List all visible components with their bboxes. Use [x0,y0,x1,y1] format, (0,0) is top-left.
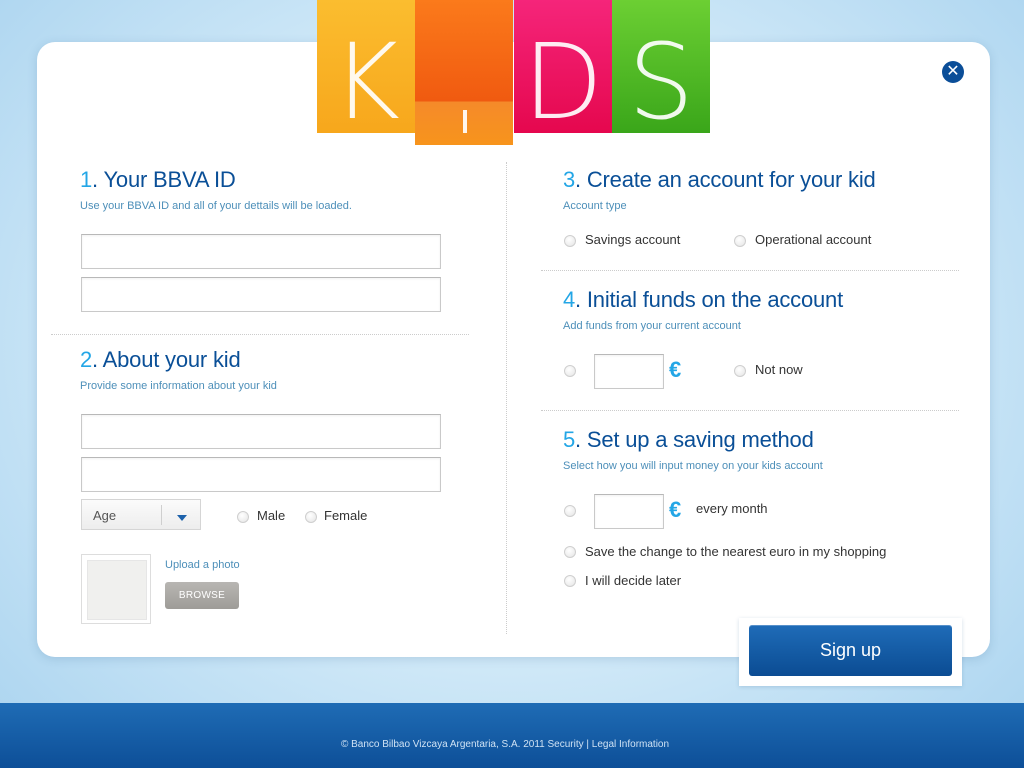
radio-male-label[interactable]: Male [257,508,285,523]
footer: © Banco Bilbao Vizcaya Argentaria, S.A. … [0,703,1024,768]
logo-letter-k: K [331,21,401,133]
section4-title-text: . Initial funds on the account [575,287,844,312]
section2-title-text: . About your kid [92,347,241,372]
logo-letter-s: S [627,21,694,133]
section3-title: 3. Create an account for your kid [563,167,876,193]
section1-number: 1 [80,167,93,192]
upload-photo-label: Upload a photo [165,559,240,571]
radio-not-now[interactable] [734,365,746,377]
section3-subtitle: Account type [563,200,627,212]
section2-subtitle: Provide some information about your kid [80,380,277,392]
age-select[interactable]: Age [81,499,201,530]
section3-number: 3 [563,167,576,192]
divider-left [51,334,469,335]
section2-number: 2 [80,347,93,372]
logo-tile-s: S [612,0,710,133]
section4-subtitle: Add funds from your current account [563,320,741,332]
close-icon[interactable]: ✕ [942,61,964,83]
euro-symbol-monthly: € [669,497,682,522]
radio-operational-account[interactable] [734,235,746,247]
radio-save-change-label[interactable]: Save the change to the nearest euro in m… [585,544,886,559]
section5-title: 5. Set up a saving method [563,427,814,453]
signup-button[interactable]: Sign up [749,625,952,676]
logo-tile-i [415,0,513,145]
footer-text: © Banco Bilbao Vizcaya Argentaria, S.A. … [340,739,670,750]
section4-number: 4 [563,287,576,312]
logo-tile-d: D [514,0,612,133]
radio-monthly-amount[interactable] [564,505,576,517]
kid-surname-input[interactable] [81,457,441,492]
section2-title: 2. About your kid [80,347,241,373]
section5-subtitle: Select how you will input money on your … [563,460,823,472]
kid-name-input[interactable] [81,414,441,449]
browse-button[interactable]: BROWSE [165,582,239,609]
divider-right-1 [541,270,959,271]
divider-right-2 [541,410,959,411]
radio-decide-later[interactable] [564,575,576,587]
section5-title-text: . Set up a saving method [575,427,814,452]
section1-title: 1. Your BBVA ID [80,167,236,193]
chevron-down-icon [177,515,187,521]
radio-male[interactable] [237,511,249,523]
section3-title-text: . Create an account for your kid [575,167,876,192]
section5-number: 5 [563,427,576,452]
radio-decide-later-label[interactable]: I will decide later [585,573,681,588]
initial-funds-input[interactable] [594,354,664,389]
radio-operational-account-label[interactable]: Operational account [755,232,871,247]
radio-initial-amount[interactable] [564,365,576,377]
logo-letter-i [463,110,467,133]
bbva-id-input[interactable] [81,234,441,269]
column-divider [506,162,507,634]
radio-save-change[interactable] [564,546,576,558]
euro-symbol-initial: € [669,357,682,382]
age-select-label: Age [93,508,117,523]
every-month-label: every month [696,501,768,516]
section4-title: 4. Initial funds on the account [563,287,843,313]
section1-title-text: . Your BBVA ID [92,167,236,192]
radio-savings-account-label[interactable]: Savings account [585,232,680,247]
radio-female-label[interactable]: Female [324,508,367,523]
radio-savings-account[interactable] [564,235,576,247]
logo-letter-d: D [522,21,604,133]
age-select-separator [161,505,162,525]
radio-female[interactable] [305,511,317,523]
bbva-password-input[interactable] [81,277,441,312]
radio-not-now-label[interactable]: Not now [755,362,803,377]
monthly-amount-input[interactable] [594,494,664,529]
logo-tile-k: K [317,0,415,133]
photo-placeholder [81,554,151,624]
section1-subtitle: Use your BBVA ID and all of your dettail… [80,200,352,212]
photo-placeholder-inner [87,560,147,620]
